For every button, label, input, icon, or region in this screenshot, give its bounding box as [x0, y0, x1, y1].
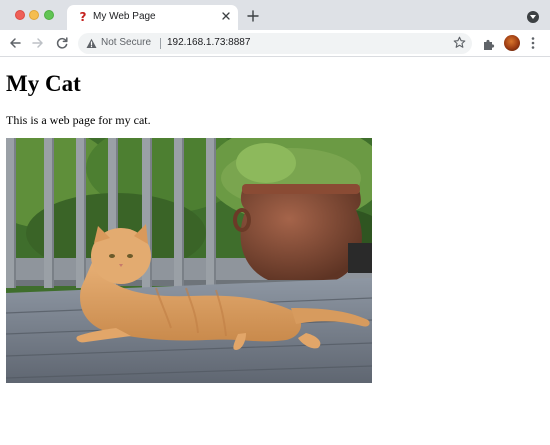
back-arrow-icon[interactable]: [8, 36, 22, 50]
tab-strip: ? My Web Page: [0, 0, 550, 30]
page-content: My Cat This is a web page for my cat.: [0, 58, 550, 445]
browser-window: ? My Web Page Not Secure 192.168.1.73:88…: [0, 0, 550, 445]
bookmark-star-icon[interactable]: [453, 36, 466, 49]
browser-toolbar: Not Secure 192.168.1.73:8887: [0, 30, 550, 57]
tab-close-icon[interactable]: [220, 10, 232, 22]
security-status-label[interactable]: Not Secure: [101, 37, 151, 48]
minimize-window-button[interactable]: [29, 10, 39, 20]
url-text[interactable]: 192.168.1.73:8887: [167, 37, 250, 48]
cat-photo: [6, 138, 372, 383]
reload-icon[interactable]: [55, 36, 69, 50]
page-heading: My Cat: [6, 71, 81, 96]
more-menu-icon[interactable]: [531, 36, 535, 50]
close-window-button[interactable]: [15, 10, 25, 20]
warning-icon[interactable]: [86, 38, 97, 49]
forward-arrow-icon[interactable]: [31, 36, 45, 50]
profile-avatar[interactable]: [504, 35, 520, 51]
tab-title: My Web Page: [93, 11, 156, 22]
page-paragraph: This is a web page for my cat.: [6, 113, 151, 127]
default-favicon-icon: ?: [79, 10, 87, 24]
extensions-puzzle-icon[interactable]: [482, 37, 496, 51]
address-divider: [160, 38, 161, 49]
maximize-window-button[interactable]: [44, 10, 54, 20]
tab-search-icon[interactable]: [527, 11, 539, 23]
address-bar[interactable]: Not Secure 192.168.1.73:8887: [78, 33, 472, 54]
tab-my-web-page[interactable]: ? My Web Page: [67, 5, 238, 30]
new-tab-icon[interactable]: [246, 9, 260, 23]
